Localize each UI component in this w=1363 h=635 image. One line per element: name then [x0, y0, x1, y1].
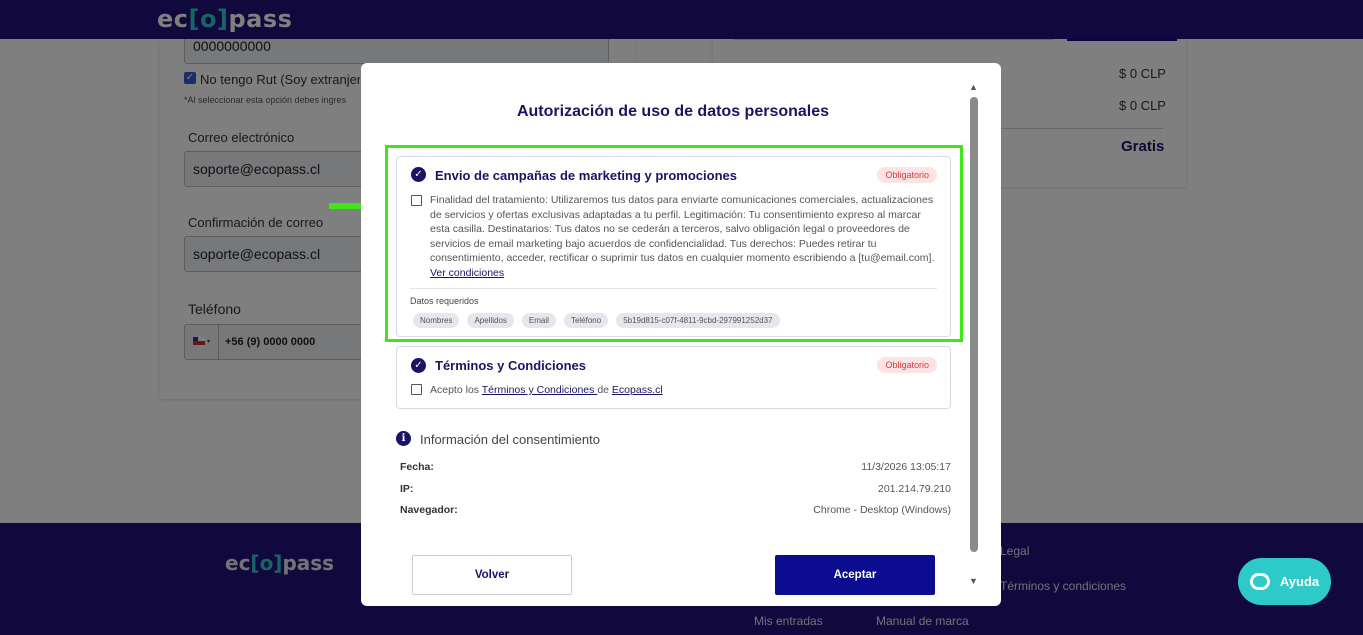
help-button[interactable]: Ayuda: [1238, 558, 1331, 605]
help-label: Ayuda: [1279, 574, 1320, 589]
marketing-consent-section: ✓ Envio de campañas de marketing y promo…: [396, 156, 951, 337]
consent-info-title: Información del consentimiento: [420, 432, 600, 447]
chip-id: 5b19d815-c07f-4811-9cbd-297991252d37: [616, 313, 780, 328]
terms-consent-section: ✓ Términos y Condiciones Obligatorio Ace…: [396, 346, 951, 409]
terms-consent-checkbox[interactable]: [411, 384, 422, 395]
browser-label: Navegador:: [400, 504, 458, 516]
ecopass-site-link[interactable]: Ecopass.cl: [612, 384, 663, 396]
required-data-chips: Nombres Apellidos Email Teléfono 5b19d81…: [413, 313, 780, 328]
scroll-up-arrow-icon[interactable]: ▲: [969, 82, 978, 92]
chip-names: Nombres: [413, 313, 460, 328]
view-conditions-link[interactable]: Ver condiciones: [430, 267, 504, 279]
chip-email: Email: [521, 313, 556, 328]
marketing-title: Envio de campañas de marketing y promoci…: [435, 168, 737, 183]
date-label: Fecha:: [400, 461, 434, 473]
terms-title: Términos y Condiciones: [435, 358, 586, 373]
browser-value: Chrome - Desktop (Windows): [813, 504, 951, 516]
accept-button[interactable]: Aceptar: [775, 555, 935, 595]
marketing-consent-checkbox[interactable]: [411, 195, 422, 206]
marketing-description-text: Finalidad del tratamiento: Utilizaremos …: [430, 194, 935, 264]
marketing-description: Finalidad del tratamiento: Utilizaremos …: [430, 193, 940, 280]
terms-text-prefix: Acepto los: [430, 384, 482, 396]
info-icon: i: [396, 431, 411, 446]
chip-surnames: Apellidos: [467, 313, 514, 328]
ip-value: 201.214.79.210: [878, 483, 951, 495]
scroll-down-arrow-icon[interactable]: ▼: [969, 576, 978, 586]
section-divider: [410, 288, 937, 289]
chat-bubble-icon: [1249, 573, 1270, 590]
check-circle-icon: ✓: [411, 167, 426, 182]
mandatory-badge: Obligatorio: [877, 167, 937, 183]
terms-text: Acepto los Términos y Condiciones de Eco…: [430, 384, 663, 396]
consent-modal: Autorización de uso de datos personales …: [361, 63, 1001, 606]
ip-label: IP:: [400, 483, 414, 495]
scrollbar-thumb[interactable]: [970, 97, 978, 552]
required-data-label: Datos requeridos: [410, 296, 479, 306]
mandatory-badge: Obligatorio: [877, 357, 937, 373]
chip-phone: Teléfono: [563, 313, 609, 328]
terms-link[interactable]: Términos y Condiciones: [482, 384, 598, 396]
check-circle-icon: ✓: [411, 358, 426, 373]
date-value: 11/3/2026 13:05:17: [861, 461, 951, 473]
modal-title: Autorización de uso de datos personales: [516, 103, 830, 120]
terms-text-mid: de: [597, 384, 612, 396]
back-button[interactable]: Volver: [412, 555, 572, 595]
